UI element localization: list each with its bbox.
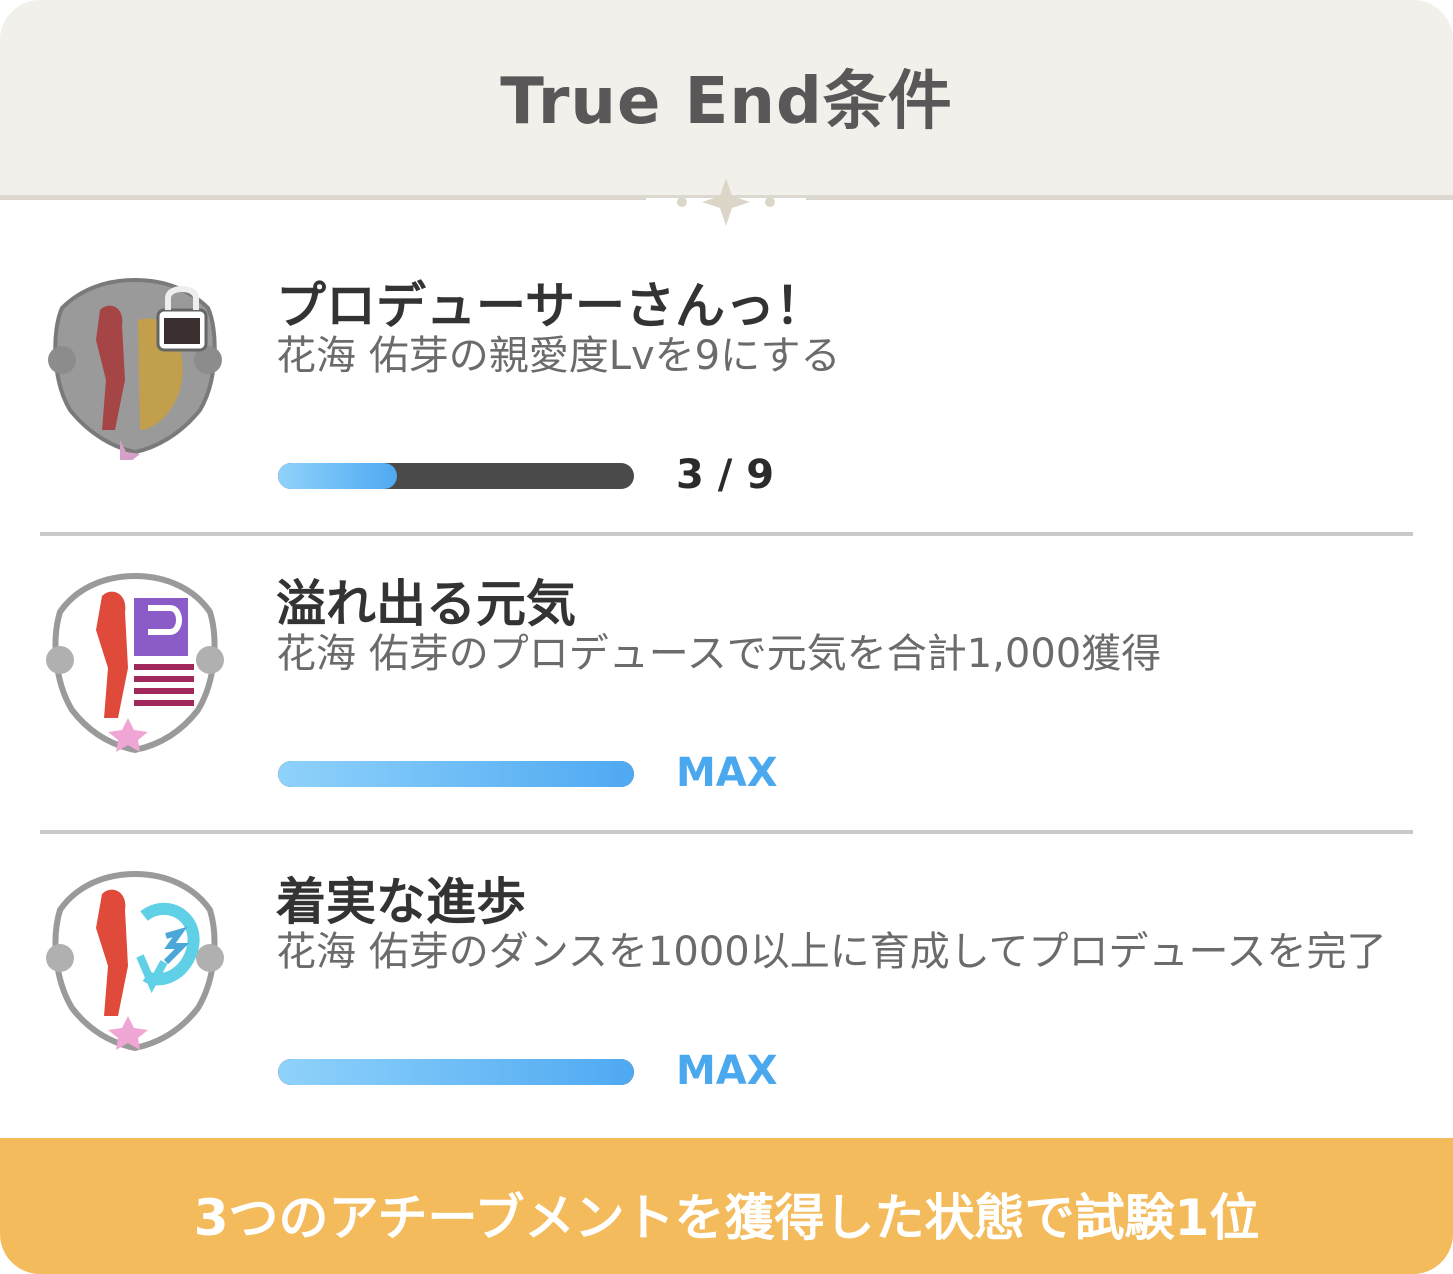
sparkle-ornament-icon xyxy=(646,178,806,226)
progress-bar-fill xyxy=(278,1059,634,1085)
achievement-row-3: 着実な進歩 花海 佑芽のダンスを1000以上に育成してプロデュースを完了 MAX xyxy=(0,834,1453,1134)
silhouette-heart-badge-icon xyxy=(48,277,222,460)
progress-bar xyxy=(278,463,634,489)
progress-bar xyxy=(278,761,634,787)
dialog-title: True End条件 xyxy=(500,65,953,139)
progress-value: MAX xyxy=(676,750,778,796)
progress-bar xyxy=(278,1059,634,1085)
energy-p-badge-icon xyxy=(46,572,224,754)
achievement-row-2: 溢れ出る元気 花海 佑芽のプロデュースで元気を合計1,000獲得 MAX xyxy=(0,536,1453,830)
dialog-header: True End条件 xyxy=(0,0,1453,200)
footer-condition-text: 3つのアチーブメントを獲得した状態で試験1位 xyxy=(193,1189,1260,1247)
progress-bar-fill xyxy=(278,761,634,787)
achievement-row-1: プロデューサーさんっ！ 花海 佑芽の親愛度Lvを9にする 3 / 9 xyxy=(0,230,1453,530)
true-end-dialog: True End条件 プロデューサーさんっ！ 花海 佑芽の親愛度Lvを9にする … xyxy=(0,0,1453,1274)
progress-bar-fill xyxy=(278,463,397,489)
dance-arrow-badge-icon xyxy=(46,870,224,1052)
achievement-description: 花海 佑芽のダンスを1000以上に育成してプロデュースを完了 xyxy=(276,929,1387,975)
progress-value: 3 / 9 xyxy=(676,452,775,498)
condition-footer: 3つのアチーブメントを獲得した状態で試験1位 xyxy=(0,1138,1453,1274)
achievement-description: 花海 佑芽のプロデュースで元気を合計1,000獲得 xyxy=(276,631,1162,677)
progress-value: MAX xyxy=(676,1048,778,1094)
achievement-description: 花海 佑芽の親愛度Lvを9にする xyxy=(276,333,841,379)
